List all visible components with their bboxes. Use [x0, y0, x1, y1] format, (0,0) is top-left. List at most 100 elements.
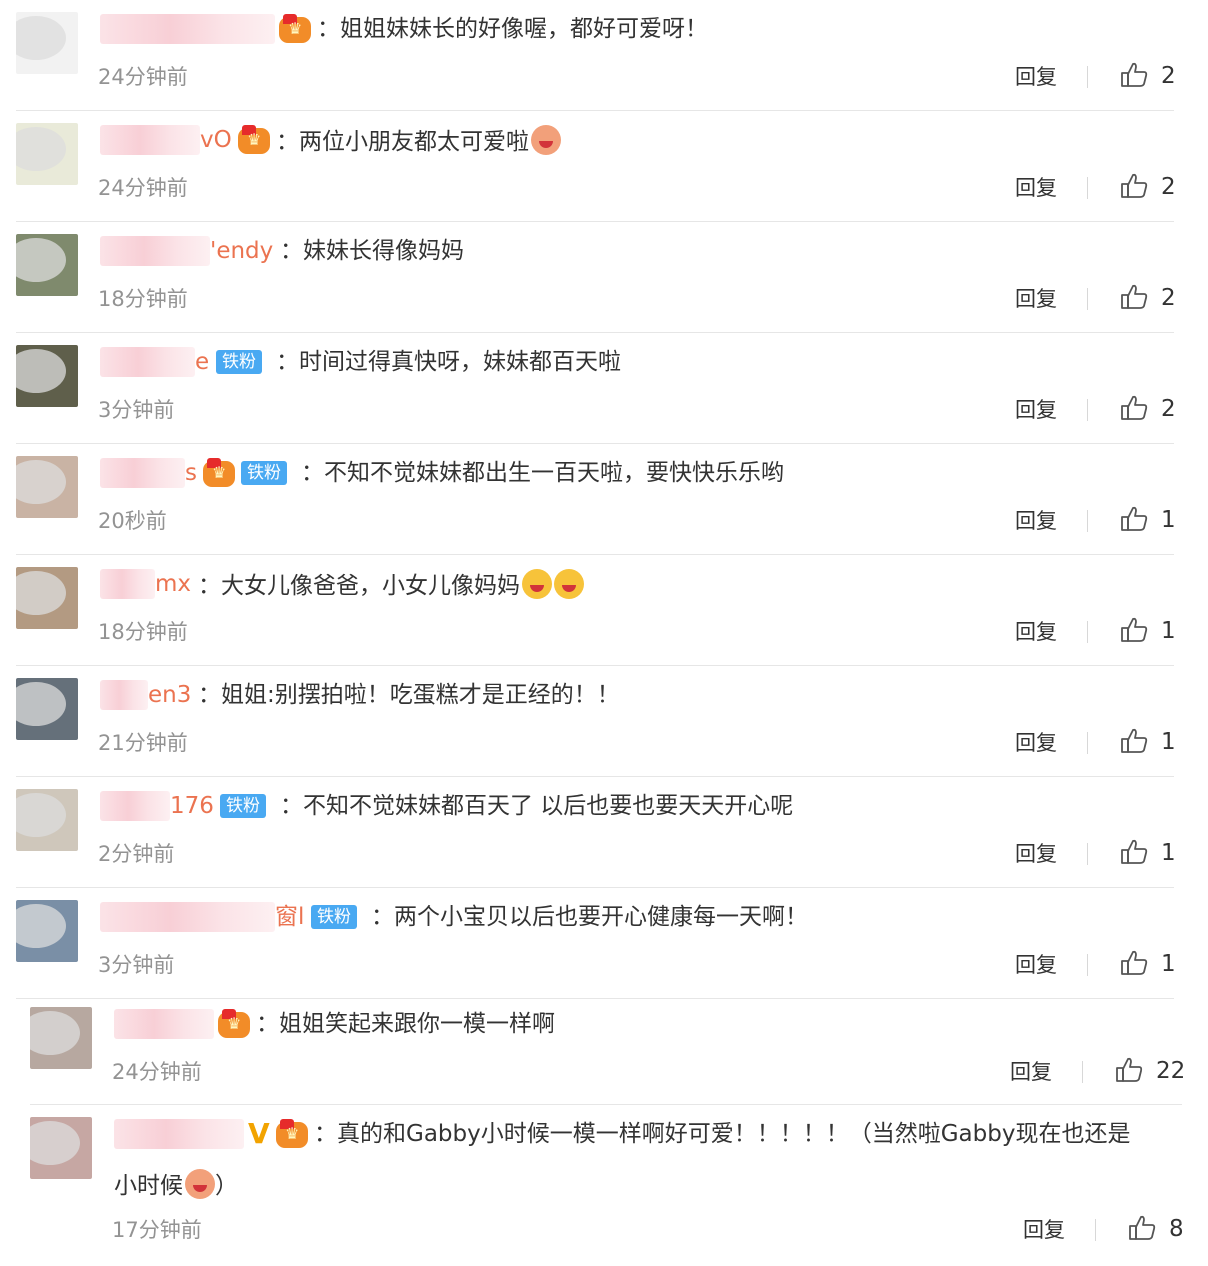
thumbs-up-icon[interactable]	[1119, 948, 1149, 978]
comment-text-content: ：姐姐:别摆拍啦！吃蛋糕才是正经的！！	[198, 682, 620, 708]
username-tail[interactable]: e	[195, 347, 209, 377]
like-count: 1	[1161, 729, 1176, 755]
timestamp: 18分钟前	[98, 620, 188, 644]
comment-divider	[16, 887, 1174, 888]
avatar[interactable]	[16, 789, 78, 851]
username-tail[interactable]: s	[185, 458, 197, 488]
action-separator	[1087, 399, 1088, 421]
thumbs-up-icon[interactable]	[1127, 1213, 1157, 1243]
reply-button[interactable]: 回复	[1015, 175, 1057, 201]
timestamp: 24分钟前	[98, 65, 188, 89]
timestamp: 18分钟前	[98, 287, 188, 311]
avatar[interactable]	[16, 678, 78, 740]
comment-text-content: ：两个小宝贝以后也要开心健康每一天啊！	[371, 904, 808, 930]
avatar-blur	[16, 238, 66, 282]
reply-button[interactable]: 回复	[1015, 841, 1057, 867]
username-tail[interactable]: 176	[170, 791, 214, 821]
username[interactable]	[100, 125, 200, 155]
action-separator	[1087, 954, 1088, 976]
reply-button[interactable]: 回复	[1015, 64, 1057, 90]
emoji-icon	[531, 125, 561, 155]
thumbs-up-icon[interactable]	[1114, 1055, 1144, 1085]
thumbs-up-icon[interactable]	[1119, 615, 1149, 645]
crown-badge-icon	[238, 125, 270, 154]
username[interactable]	[114, 1009, 214, 1039]
like-count: 1	[1161, 507, 1176, 533]
comment-divider	[16, 665, 1174, 666]
fan-badge: 铁粉	[216, 350, 262, 374]
action-separator	[1082, 1061, 1083, 1083]
reply-button[interactable]: 回复	[1015, 730, 1057, 756]
emoji-icon	[522, 569, 552, 599]
timestamp: 21分钟前	[98, 731, 188, 755]
comment-text-line2-end: ）	[215, 1173, 238, 1199]
comment-item: s 铁粉 ：不知不觉妹妹都出生一百天啦，要快快乐乐哟 20秒前 1 回复	[0, 456, 1208, 556]
comment-item: mx ：大女儿像爸爸，小女儿像妈妈 18分钟前 1 回复	[0, 567, 1208, 667]
avatar[interactable]	[16, 900, 78, 962]
comment-item: 'endy ：妹妹长得像妈妈 18分钟前 2 回复	[0, 234, 1208, 334]
like-count: 1	[1161, 618, 1176, 644]
avatar[interactable]	[16, 123, 78, 185]
comment-text: ：时间过得真快呀，妹妹都百天啦	[276, 347, 621, 377]
username-tail[interactable]: vO	[200, 125, 232, 155]
action-separator	[1087, 177, 1088, 199]
comment-divider	[16, 332, 1174, 333]
thumbs-up-icon[interactable]	[1119, 504, 1149, 534]
thumbs-up-icon[interactable]	[1119, 837, 1149, 867]
reply-button[interactable]: 回复	[1023, 1217, 1065, 1243]
username[interactable]	[100, 902, 275, 932]
like-count: 22	[1156, 1058, 1186, 1084]
reply-button[interactable]: 回复	[1015, 508, 1057, 534]
like-count: 8	[1169, 1216, 1184, 1242]
crown-badge-icon	[203, 458, 235, 487]
like-count: 2	[1161, 396, 1176, 422]
username-tail[interactable]: 'endy	[210, 236, 273, 266]
avatar[interactable]	[16, 456, 78, 518]
username[interactable]	[114, 1119, 244, 1149]
action-separator	[1087, 510, 1088, 532]
reply-button[interactable]: 回复	[1015, 286, 1057, 312]
username-tail[interactable]: mx	[155, 569, 191, 599]
avatar[interactable]	[16, 345, 78, 407]
comment-item: 窗l 铁粉 ：两个小宝贝以后也要开心健康每一天啊！ 3分钟前 1 回复	[0, 900, 1208, 1000]
comment-divider	[16, 221, 1174, 222]
comment-item: V ：真的和Gabby小时候一模一样啊好可爱！！！！！（当然啦Gabby现在也还是…	[0, 1117, 1208, 1266]
avatar[interactable]	[30, 1007, 92, 1069]
comment-text: ：妹妹长得像妈妈	[280, 236, 464, 266]
comment-text: ：不知不觉妹妹都百天了 以后也要也要天天开心呢	[280, 791, 793, 821]
comment-text-line2: 小时候 ）	[114, 1169, 238, 1201]
reply-button[interactable]: 回复	[1015, 952, 1057, 978]
avatar-blur	[16, 460, 66, 504]
thumbs-up-icon[interactable]	[1119, 393, 1149, 423]
thumbs-up-icon[interactable]	[1119, 282, 1149, 312]
timestamp: 24分钟前	[112, 1060, 202, 1084]
reply-button[interactable]: 回复	[1010, 1059, 1052, 1085]
comment-item: ：姐姐妹妹长的好像喔，都好可爱呀！ 24分钟前 2 回复	[0, 12, 1208, 112]
avatar[interactable]	[16, 12, 78, 74]
comment-divider	[16, 443, 1174, 444]
username[interactable]	[100, 791, 170, 821]
avatar[interactable]	[16, 567, 78, 629]
username[interactable]	[100, 347, 195, 377]
username[interactable]	[100, 14, 275, 44]
timestamp: 20秒前	[98, 509, 167, 533]
thumbs-up-icon[interactable]	[1119, 60, 1149, 90]
avatar-blur	[16, 682, 66, 726]
reply-button[interactable]: 回复	[1015, 397, 1057, 423]
thumbs-up-icon[interactable]	[1119, 171, 1149, 201]
username[interactable]	[100, 458, 185, 488]
username-tail[interactable]: 窗l	[275, 902, 304, 932]
fan-badge: 铁粉	[311, 905, 357, 929]
username[interactable]	[100, 569, 155, 599]
avatar-blur	[16, 793, 66, 837]
avatar[interactable]	[30, 1117, 92, 1179]
thumbs-up-icon[interactable]	[1119, 726, 1149, 756]
username[interactable]	[100, 236, 210, 266]
avatar[interactable]	[16, 234, 78, 296]
username-tail[interactable]: en3	[148, 680, 191, 710]
comment-item: ：姐姐笑起来跟你一模一样啊 24分钟前 22 回复	[0, 1007, 1208, 1107]
reply-button[interactable]: 回复	[1015, 619, 1057, 645]
username[interactable]	[100, 680, 148, 710]
comment-text: ：姐姐:别摆拍啦！吃蛋糕才是正经的！！	[198, 680, 620, 710]
comment-text: ：大女儿像爸爸，小女儿像妈妈	[198, 569, 584, 601]
